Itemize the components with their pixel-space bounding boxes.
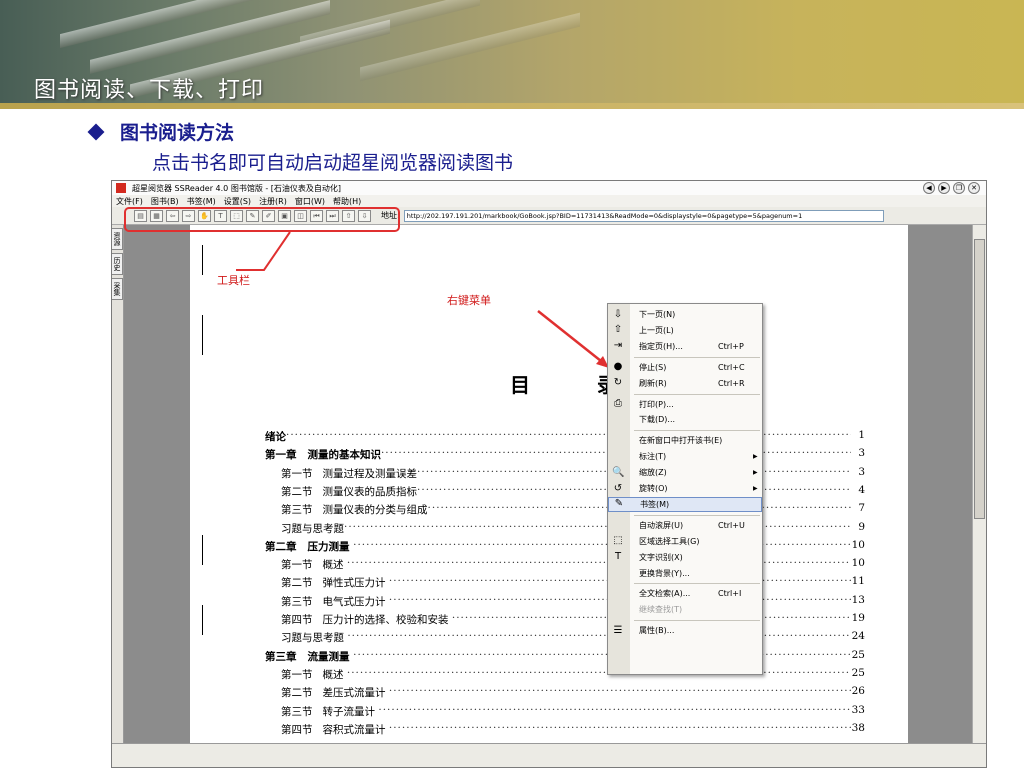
menu-separator — [634, 514, 760, 516]
menu-separator — [634, 620, 760, 622]
context-menu-item[interactable]: 标注(T) ▶ — [608, 449, 762, 464]
arrow-up-icon: ⇧ — [613, 324, 623, 336]
menu-item-label: 自动滚屏(U) — [639, 520, 684, 530]
menu-item-label: 下一页(N) — [639, 310, 676, 319]
menu-item-label: 在新窗口中打开该书(E) — [639, 436, 723, 446]
menu-separator — [634, 430, 760, 432]
context-menu-item[interactable]: 全文检索(A)... Ctrl+I — [608, 586, 762, 601]
zoom-icon: 🔍 — [612, 466, 625, 478]
toolbar-pointer-line — [236, 231, 291, 271]
context-menu-item[interactable]: ⇩ 下一页(N) — [608, 307, 762, 322]
context-menu-item[interactable]: ⇥ 指定页(H)... Ctrl+P — [608, 339, 762, 354]
menu-item-label: 继续查找(T) — [639, 605, 683, 615]
toolbar-annotation: 工具栏 — [217, 274, 250, 287]
menu-item-label: 指定页(H)... — [639, 341, 683, 351]
menu-item-label: 上一页(L) — [639, 325, 674, 335]
menu-item-label: 文字识别(X) — [639, 552, 683, 562]
rotate-icon: ↺ — [613, 482, 623, 494]
menu-item-label: 停止(S) — [639, 362, 667, 372]
menu-item-shortcut: Ctrl+R — [718, 378, 745, 388]
stop-icon: ● — [613, 361, 623, 373]
printer-icon: ⎙ — [614, 398, 622, 409]
context-menu-item[interactable]: 自动滚屏(U) Ctrl+U — [608, 518, 762, 533]
context-menu-item[interactable]: 更换背景(Y)... — [608, 566, 762, 581]
menu-item-label: 书签(M) — [640, 499, 670, 509]
menu-item-label: 打印(P)... — [639, 399, 674, 409]
menu-item-label: 区域选择工具(G) — [639, 536, 700, 546]
context-menu-item[interactable]: T 文字识别(X) — [608, 550, 762, 565]
annotation-arrows — [236, 231, 609, 368]
context-menu-item[interactable]: ↻ 刷新(R) Ctrl+R — [608, 376, 762, 391]
arrow-down-icon: ⇩ — [613, 308, 623, 320]
menu-item-shortcut: Ctrl+I — [718, 589, 742, 599]
menu-item-shortcut: Ctrl+U — [718, 520, 745, 530]
context-menu: ⇩ 下一页(N) ⇧ 上一页(L) ⇥ 指定页(H)... Ctrl+P ● 停止(S) Ctrl… — [607, 303, 763, 675]
context-menu-item[interactable]: ⬚ 区域选择工具(G) — [608, 534, 762, 549]
context-menu-item[interactable]: ⇧ 上一页(L) — [608, 323, 762, 338]
menu-item-label: 缩放(Z) — [639, 468, 667, 478]
context-menu-item[interactable]: 在新窗口中打开该书(E) — [608, 433, 762, 448]
properties-icon: ☰ — [613, 624, 623, 636]
context-menu-arrow-line — [537, 310, 607, 366]
menu-item-label: 属性(B)... — [639, 626, 675, 636]
menu-item-label: 更换背景(Y)... — [639, 568, 690, 578]
goto-page-icon: ⇥ — [613, 340, 623, 352]
menu-item-label: 刷新(R) — [639, 378, 667, 388]
context-menu-item[interactable]: 🔍 缩放(Z) ▶ — [608, 465, 762, 480]
context-menu-item[interactable]: ✎ 书签(M) — [608, 496, 762, 512]
context-menu-item[interactable]: ↺ 旋转(O) ▶ — [608, 481, 762, 496]
refresh-icon: ↻ — [613, 377, 623, 389]
submenu-arrow-icon: ▶ — [753, 485, 758, 492]
region-select-icon: ⬚ — [613, 535, 623, 547]
menu-item-shortcut: Ctrl+C — [718, 362, 745, 372]
menu-item-label: 旋转(O) — [639, 484, 668, 493]
menu-item-label: 全文检索(A)... — [639, 589, 691, 599]
menu-separator — [634, 356, 760, 358]
submenu-arrow-icon: ▶ — [753, 469, 758, 477]
menu-separator — [634, 583, 760, 585]
context-menu-item: 继续查找(T) — [608, 602, 762, 617]
context-menu-annotation: 右键菜单 — [447, 294, 491, 307]
slide: { "slide": { "banner_title": "图书阅读、下载、打印… — [0, 0, 1024, 768]
submenu-arrow-icon: ▶ — [753, 453, 758, 461]
menu-item-label: 下载(D)... — [639, 415, 676, 425]
menu-item-label: 标注(T) — [639, 452, 667, 462]
context-menu-item[interactable]: ⎙ 打印(P)... — [608, 397, 762, 412]
ocr-text-icon: T — [614, 551, 622, 563]
context-menu-item[interactable]: ☰ 属性(B)... — [608, 623, 762, 638]
context-menu-item[interactable]: ● 停止(S) Ctrl+C — [608, 360, 762, 375]
bookmark-icon: ✎ — [614, 498, 624, 510]
menu-separator — [634, 393, 760, 395]
context-menu-item[interactable]: 下载(D)... — [608, 412, 762, 427]
menu-item-shortcut: Ctrl+P — [718, 341, 744, 351]
